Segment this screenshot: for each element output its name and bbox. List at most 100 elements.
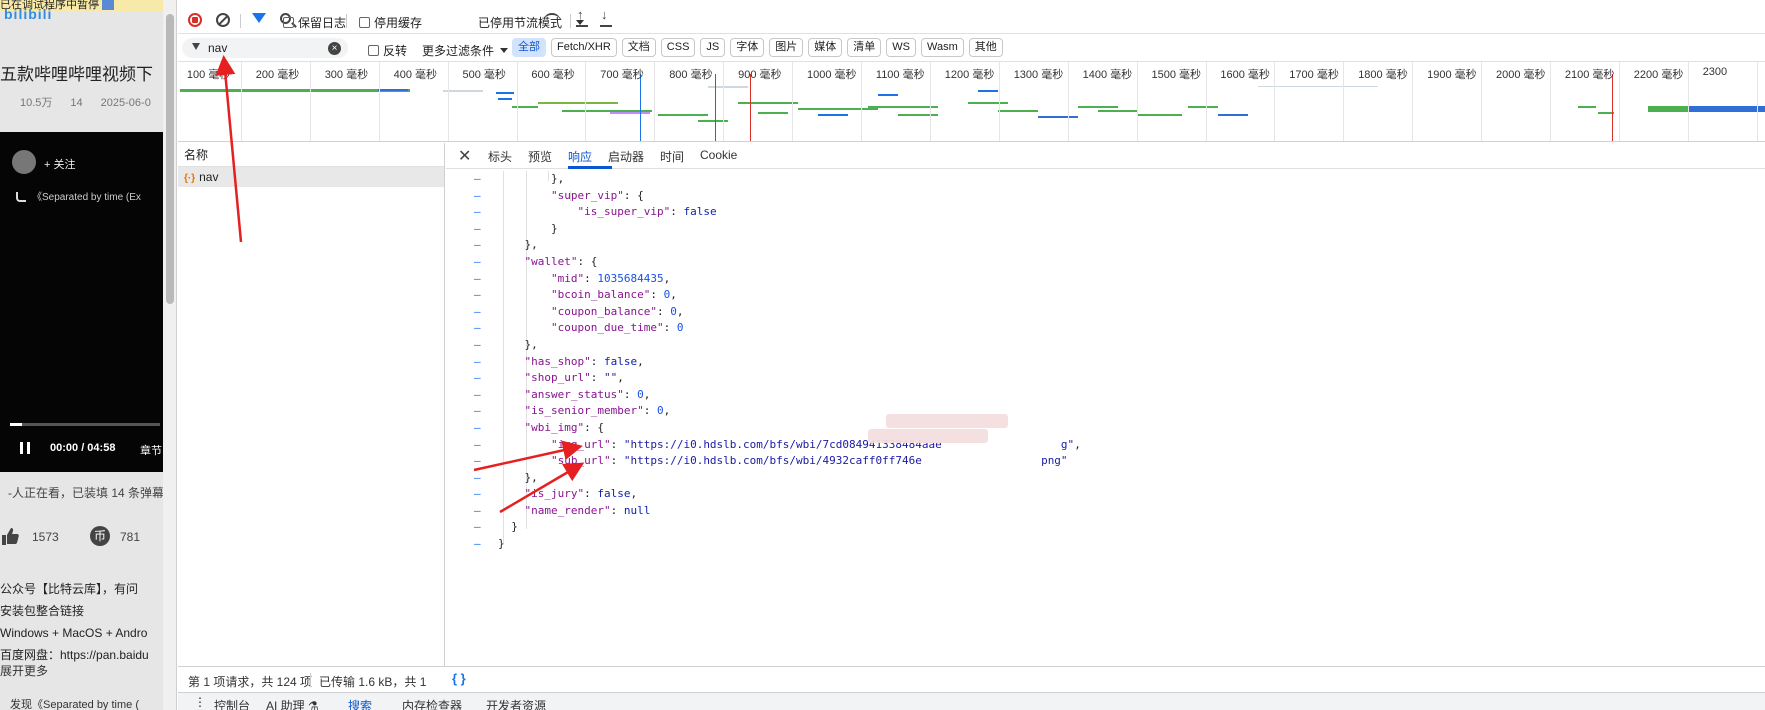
request-detail-pane: ✕ 标头 预览 响应 启动器 时间 Cookie – }, – "super_vi…: [446, 143, 1765, 666]
uploader-avatar[interactable]: [12, 150, 36, 174]
filter-input-box[interactable]: ×: [182, 38, 348, 58]
drawer-tab-dev-resources[interactable]: 开发者资源: [486, 697, 546, 710]
tab-initiator[interactable]: 启动器: [608, 148, 644, 165]
type-filter-fetch-xhr[interactable]: Fetch/XHR: [551, 38, 617, 57]
pretty-print-icon[interactable]: { }: [452, 671, 466, 686]
timeline-gridline: [1618, 62, 1620, 141]
timeline-request-bar: [496, 92, 514, 94]
name-column-header[interactable]: 名称: [178, 143, 444, 167]
response-line: – "answer_status": 0,: [446, 387, 1765, 404]
fold-marker-icon[interactable]: –: [474, 221, 481, 238]
fold-marker-icon[interactable]: –: [474, 304, 481, 321]
fold-marker-icon[interactable]: –: [474, 237, 481, 254]
more-filters-dropdown[interactable]: 更多过滤条件: [422, 42, 509, 59]
type-filter-wasm[interactable]: Wasm: [921, 38, 964, 57]
tab-cookies[interactable]: Cookie: [700, 148, 737, 162]
response-body[interactable]: – }, – "super_vip": {– "is_super_vip": fa…: [446, 171, 1765, 553]
network-conditions-icon[interactable]: [544, 13, 560, 27]
filter-input[interactable]: [208, 40, 318, 56]
fold-marker-icon[interactable]: –: [474, 204, 481, 221]
timeline-gridline: [1412, 62, 1414, 141]
type-filter-img[interactable]: 图片: [769, 38, 804, 57]
clear-icon[interactable]: [216, 13, 230, 27]
tab-preview[interactable]: 预览: [528, 148, 552, 165]
timeline-gridline: [998, 62, 1000, 141]
drawer-tab-search[interactable]: 搜索: [348, 697, 372, 710]
timeline-gridline: [1136, 62, 1138, 141]
fold-marker-icon[interactable]: –: [474, 486, 481, 503]
fold-marker-icon[interactable]: –: [474, 271, 481, 288]
fold-marker-icon[interactable]: –: [474, 437, 481, 454]
type-filter-css[interactable]: CSS: [660, 38, 696, 57]
clear-filter-icon[interactable]: ×: [328, 42, 341, 55]
expand-more-link[interactable]: 展开更多: [0, 662, 48, 679]
timeline-tick-label: 100 毫秒: [186, 69, 231, 81]
timeline-request-bar: [1038, 116, 1078, 118]
fold-marker-icon[interactable]: –: [474, 453, 481, 470]
fold-marker-icon[interactable]: –: [474, 287, 481, 304]
page-scrollbar[interactable]: [163, 0, 177, 710]
checkbox-box[interactable]: [368, 45, 379, 56]
pause-icon[interactable]: [20, 442, 30, 454]
type-filter-manifest[interactable]: 清单: [847, 38, 882, 57]
request-row[interactable]: {·} nav: [178, 167, 444, 187]
fold-marker-icon[interactable]: –: [474, 354, 481, 371]
tab-headers[interactable]: 标头: [488, 148, 512, 165]
drawer-tab-memory[interactable]: 内存检查器: [402, 697, 462, 710]
follow-button[interactable]: + 关注: [44, 156, 75, 172]
recommend-item[interactable]: 发现《Separated by time (: [10, 696, 139, 710]
fold-marker-icon[interactable]: –: [474, 403, 481, 420]
response-line-text: "shop_url": "",: [524, 371, 624, 385]
record-icon[interactable]: [188, 13, 202, 27]
type-filter-ws[interactable]: WS: [886, 38, 916, 57]
close-icon[interactable]: ✕: [458, 146, 471, 166]
type-filter-all[interactable]: 全部: [512, 38, 546, 57]
fold-marker-icon[interactable]: –: [474, 536, 481, 553]
view-count: 10.5万: [20, 97, 53, 109]
type-filter-js[interactable]: JS: [700, 38, 726, 57]
throttle-select[interactable]: 已停用节流模式: [478, 14, 585, 31]
invert-checkbox[interactable]: 反转: [368, 42, 407, 59]
video-player[interactable]: + 关注 《Separated by time (Ex 00:00 / 04:5…: [0, 132, 163, 472]
type-filter-doc[interactable]: 文档: [621, 38, 656, 57]
chapter-button[interactable]: 章节: [140, 442, 162, 458]
export-har-icon[interactable]: [600, 7, 612, 27]
page-scrollbar-thumb[interactable]: [166, 14, 174, 304]
network-overview-timeline[interactable]: 100 毫秒 200 毫秒 300 毫秒 400 毫秒 500 毫秒 600 毫秒 700 …: [178, 62, 1765, 142]
fold-marker-icon[interactable]: –: [474, 188, 481, 205]
fold-marker-icon[interactable]: –: [474, 337, 481, 354]
type-filter-media[interactable]: 媒体: [808, 38, 843, 57]
more-menu-icon[interactable]: ⋮: [194, 695, 206, 709]
preserve-log-checkbox[interactable]: 保留日志: [283, 14, 346, 31]
timeline-tick-label: 1800 毫秒: [1358, 69, 1408, 81]
drawer-tab-console[interactable]: 控制台: [214, 697, 250, 710]
import-har-icon[interactable]: [576, 7, 588, 27]
filter-icon[interactable]: [252, 13, 266, 23]
tab-response[interactable]: 响应: [568, 148, 592, 165]
thumbs-up-icon[interactable]: [0, 526, 20, 546]
fold-marker-icon[interactable]: –: [474, 470, 481, 487]
fold-marker-icon[interactable]: –: [474, 519, 481, 536]
video-title[interactable]: 五款哔哩哔哩视频下: [0, 60, 153, 85]
fold-marker-icon[interactable]: –: [474, 370, 481, 387]
video-progress-bar[interactable]: [10, 423, 160, 426]
type-filter-other[interactable]: 其他: [968, 38, 1003, 57]
disable-cache-checkbox[interactable]: 停用缓存: [359, 14, 422, 31]
type-filter-font[interactable]: 字体: [730, 38, 765, 57]
response-line: – }: [446, 221, 1765, 238]
timeline-request-bar: [708, 86, 748, 88]
resume-icon[interactable]: [102, 0, 114, 10]
fold-marker-icon[interactable]: –: [474, 171, 481, 188]
fold-marker-icon[interactable]: –: [474, 387, 481, 404]
response-line-text: }: [498, 221, 558, 235]
coin-icon[interactable]: 币: [90, 526, 110, 546]
tab-timing[interactable]: 时间: [660, 148, 684, 165]
fold-marker-icon[interactable]: –: [474, 420, 481, 437]
drawer-tab-ai[interactable]: AI 助理 ⚗: [266, 697, 319, 710]
site-logo[interactable]: bilibili: [4, 6, 52, 22]
checkbox-box[interactable]: [359, 17, 370, 28]
checkbox-box[interactable]: [283, 17, 294, 28]
fold-marker-icon[interactable]: –: [474, 254, 481, 271]
fold-marker-icon[interactable]: –: [474, 503, 481, 520]
fold-marker-icon[interactable]: –: [474, 320, 481, 337]
